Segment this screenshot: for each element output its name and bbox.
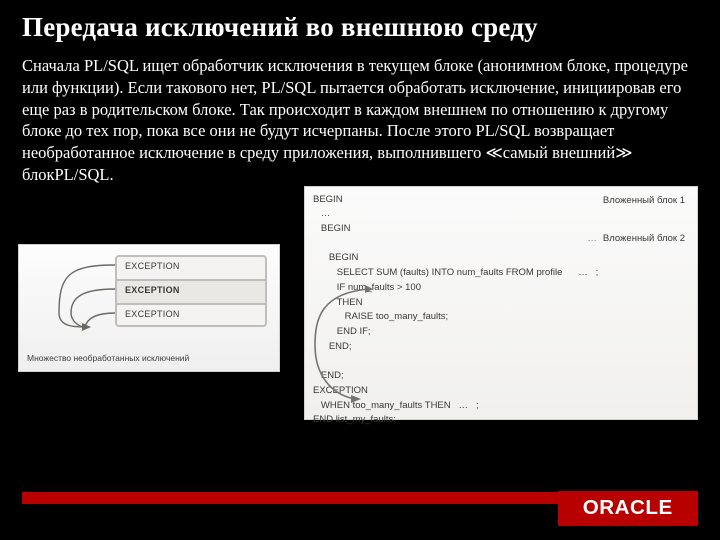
slide-body-text: Сначала PL/SQL ищет обработчик исключени… (22, 55, 698, 186)
figure-code-sample: Вложенный блок 1 …Вложенный блок 2 BEGIN… (304, 186, 698, 420)
oracle-logo: ORACLE (558, 491, 698, 526)
raise-flow-arrow-icon (311, 249, 373, 409)
oracle-logo-text: ORACLE (583, 497, 673, 520)
exception-stack: EXCEPTION EXCEPTION EXCEPTION (115, 255, 267, 327)
slide: Передача исключений во внешнюю среду Сна… (0, 0, 720, 540)
figures-area: EXCEPTION EXCEPTION EXCEPTION Множество … (22, 198, 698, 438)
ellipsis-icon: … (587, 233, 599, 244)
slide-title: Передача исключений во внешнюю среду (22, 12, 698, 43)
stack-row: EXCEPTION (117, 281, 265, 305)
nested-block-label-1: Вложенный блок 1 (603, 195, 685, 206)
stack-row: EXCEPTION (117, 305, 265, 329)
nested-block-label-2: Вложенный блок 2 (603, 233, 685, 244)
footer: ORACLE (0, 476, 720, 540)
curved-arrows-icon (29, 257, 129, 347)
stack-row: EXCEPTION (117, 257, 265, 281)
figure-exception-stack: EXCEPTION EXCEPTION EXCEPTION Множество … (18, 244, 280, 372)
figure-caption: Множество необработанных исключений (27, 353, 189, 363)
